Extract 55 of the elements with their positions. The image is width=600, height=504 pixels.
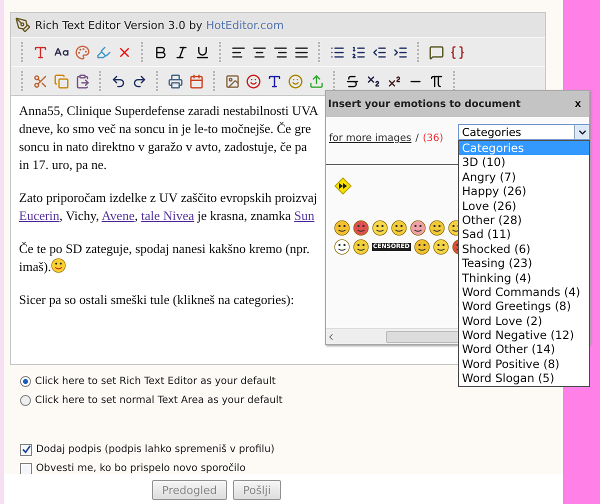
- smiley-icon[interactable]: [410, 220, 426, 236]
- editor-title: Rich Text Editor Version 3.0 by HotEditor.com: [35, 18, 284, 32]
- text-color-icon[interactable]: [74, 44, 90, 60]
- category-select[interactable]: Categories: [458, 124, 590, 140]
- link[interactable]: tale Nivea: [141, 208, 194, 223]
- smiley-icon[interactable]: [391, 220, 407, 236]
- link[interactable]: Eucerin: [19, 208, 60, 223]
- pi-icon[interactable]: [428, 73, 444, 89]
- font-style-icon[interactable]: [266, 73, 282, 89]
- smiley-icon[interactable]: [432, 238, 449, 254]
- upload-icon[interactable]: [308, 73, 324, 89]
- checkbox-label: Obvesti me, ko bo prispelo novo sporočilo: [36, 463, 246, 474]
- calendar-icon[interactable]: [188, 73, 204, 89]
- smiley-icon[interactable]: [334, 220, 350, 236]
- smiley-icon[interactable]: [353, 220, 369, 236]
- smiley-icon: [51, 258, 66, 273]
- dialog-title: Insert your emotions to document: [328, 98, 521, 110]
- checkbox-label: Dodaj podpis (podpis lahko spremeniš v profilu): [36, 444, 275, 455]
- santa-smiley-icon[interactable]: [245, 73, 261, 89]
- paragraph: Sicer pa so ostali smeški tule (klikneš na categories):: [19, 291, 294, 309]
- close-button[interactable]: x: [574, 98, 581, 110]
- smiley-icon[interactable]: [429, 220, 445, 236]
- underline-icon[interactable]: [194, 44, 210, 60]
- radio-button[interactable]: [20, 395, 31, 406]
- paragraph: Anna55, Clinique Superdefense zaradi nestabilnosti UVA dneve, ko smo več na soncu in je le-to močnejše. Če gre soncu in nato direktno v garažo v avto, zadostuje, če pa in 17. uro, pa ne.: [19, 102, 318, 174]
- redo-icon[interactable]: [131, 73, 147, 89]
- link[interactable]: Avene: [102, 208, 135, 223]
- strikethrough-icon[interactable]: [344, 73, 360, 89]
- comment-icon[interactable]: [428, 44, 444, 60]
- checkbox[interactable]: [20, 444, 32, 456]
- undo-icon[interactable]: [110, 73, 126, 89]
- paste-icon[interactable]: [74, 73, 90, 89]
- radio-button[interactable]: [20, 376, 31, 387]
- smiley-icon[interactable]: [353, 238, 369, 254]
- highlighter-icon[interactable]: [95, 44, 111, 60]
- fast-forward-icon[interactable]: [334, 177, 352, 195]
- checkbox[interactable]: [20, 462, 32, 474]
- paragraph: Če te po SD zateguje, spodaj nanesi kakšno kremo (npr. imaš).: [19, 240, 310, 276]
- pen-icon: [15, 17, 31, 33]
- image-count: (36): [422, 133, 444, 146]
- font-icon[interactable]: [32, 44, 48, 60]
- smiley-icon[interactable]: [414, 238, 430, 254]
- link[interactable]: Sun: [294, 208, 314, 223]
- radio-label: Click here to set normal Text Area as your default: [35, 395, 283, 406]
- image-icon[interactable]: [224, 73, 240, 89]
- smiley-icon[interactable]: [334, 238, 350, 254]
- separator-text: /: [415, 133, 419, 146]
- printer-icon[interactable]: [167, 73, 183, 89]
- more-images-link[interactable]: for more images: [329, 133, 412, 164]
- scissors-icon[interactable]: [32, 73, 48, 89]
- numbered-list-icon[interactable]: [350, 44, 366, 60]
- paragraph: Zato priporočam izdelke z UV zaščito evropskih proizvaj Eucerin, Vichy, Avene, tale Nivea je krasna, znamka Sun: [19, 189, 318, 225]
- radio-label: Click here to set Rich Text Editor as your default: [35, 376, 276, 387]
- smiley-icon[interactable]: [372, 220, 388, 236]
- braces-icon[interactable]: [449, 44, 465, 60]
